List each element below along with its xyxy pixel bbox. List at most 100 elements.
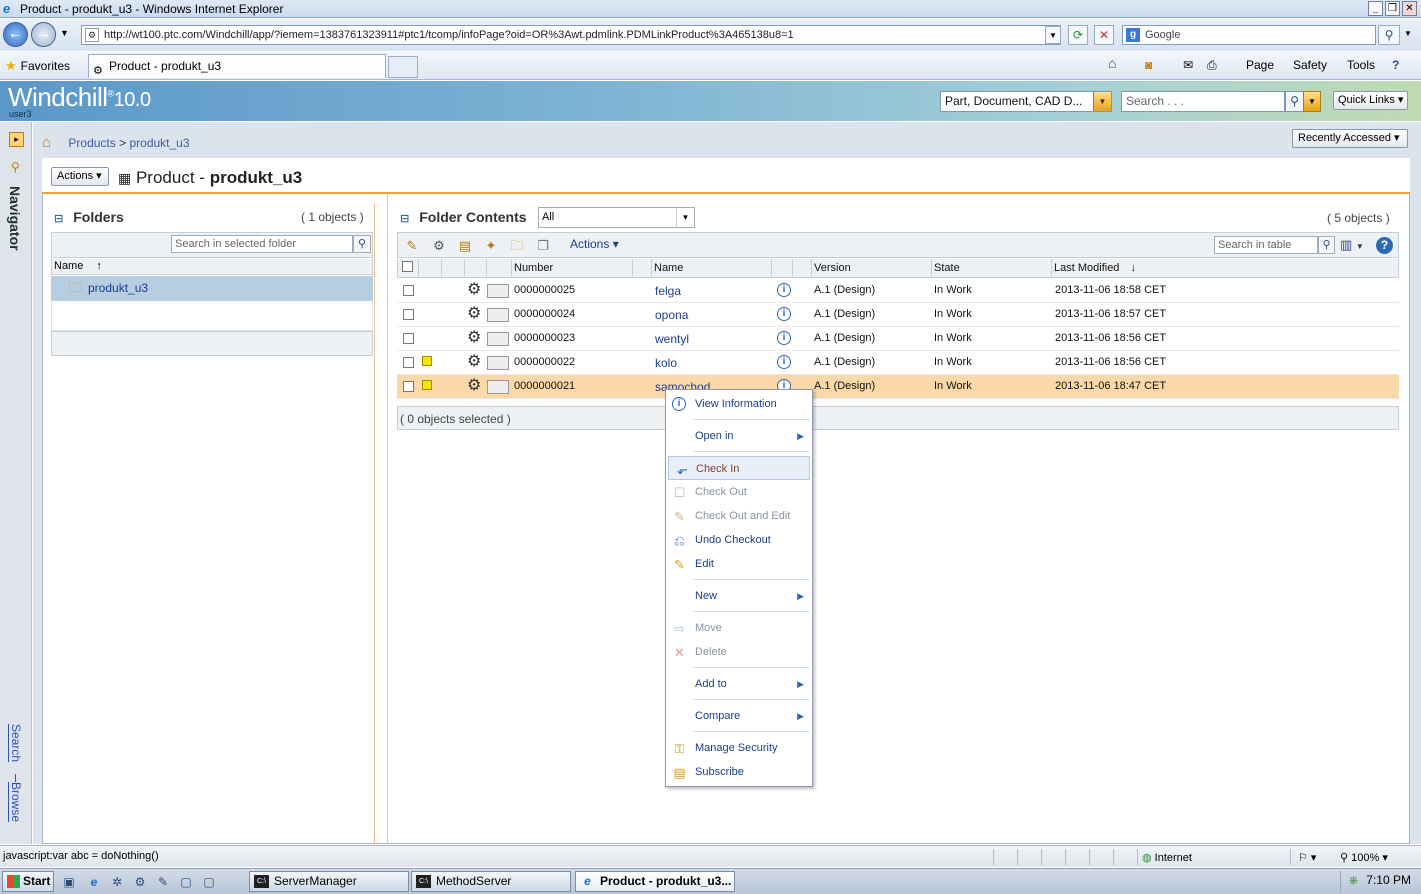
thumbnail-icon[interactable] [487,308,509,322]
new-part-icon[interactable]: ⚙ [431,238,447,254]
view-select[interactable]: All ▼ [538,207,695,228]
select-all-checkbox[interactable] [402,261,413,272]
info-icon[interactable]: i [777,283,791,297]
start-button[interactable]: Start [2,871,54,892]
row-name-link[interactable]: opona [655,308,688,322]
tools-menu[interactable]: Tools [1347,58,1375,72]
chevron-down-icon[interactable]: ▼ [1093,92,1111,111]
thumbnail-icon[interactable] [487,284,509,298]
row-name-link[interactable]: felga [655,284,681,298]
search-type-select[interactable]: Part, Document, CAD D... ▼ [940,91,1112,112]
menu-manage-security[interactable]: ⚿ Manage Security [666,736,812,760]
search-icon[interactable]: ⚲ [353,235,371,253]
folder-search-input[interactable]: Search in selected folder [171,235,353,253]
menu-compare[interactable]: Compare ▶ [666,704,812,728]
new-tab-button[interactable] [388,56,418,78]
global-search-input[interactable]: Search . . . [1121,91,1285,112]
row-checkbox[interactable] [403,309,414,320]
safety-menu[interactable]: Safety [1293,58,1327,72]
folders-column-name[interactable]: Name ↑ [51,259,373,275]
menu-check-in[interactable]: ⬐ Check In [668,456,810,480]
zoom-level[interactable]: ⚲ 100% ▾ [1340,851,1388,864]
row-checkbox[interactable] [403,357,414,368]
menu-check-out-and-edit[interactable]: ✎ Check Out and Edit [666,504,812,528]
row-name-link[interactable]: wentyl [655,332,689,346]
breadcrumb-products[interactable]: Products [68,136,115,150]
row-checkbox[interactable] [403,285,414,296]
menu-undo-checkout[interactable]: ⎌ Undo Checkout [666,528,812,552]
table-row[interactable]: ⚙ 0000000024 opona i A.1 (Design) In Wor… [397,303,1399,327]
menu-check-out[interactable]: ☐ Check Out [666,480,812,504]
quick-links-button[interactable]: Quick Links ▾ [1333,91,1408,110]
task-servermanager[interactable]: C:\ ServerManager [249,871,409,892]
page-actions-button[interactable]: Actions ▾ [51,167,109,186]
table-row[interactable]: ⚙ 0000000025 felga i A.1 (Design) In Wor… [397,279,1399,303]
menu-delete[interactable]: ✕ Delete [666,640,812,664]
minimize-button[interactable]: _ [1368,1,1383,16]
show-desktop-icon[interactable]: ▣ [61,874,77,890]
thumbnail-icon[interactable] [487,332,509,346]
global-search-button[interactable]: ⚲ [1285,91,1304,112]
browser-search-input[interactable]: g Google [1122,25,1376,45]
table-views-icon[interactable]: ▥ ▼ [1340,237,1364,253]
print-icon[interactable]: ⎙ [1207,58,1217,73]
page-menu[interactable]: Page [1246,58,1274,72]
search-options-icon[interactable]: ▼ [1404,29,1412,38]
table-actions-button[interactable]: Actions ▾ [570,237,619,251]
menu-new[interactable]: New ▶ [666,584,812,608]
folder-tree-item[interactable]: 🗀 produkt_u3 [51,276,373,301]
mail-icon[interactable]: ✉ [1183,58,1193,72]
col-version[interactable]: Version [814,262,851,274]
table-row[interactable]: ⚙ 0000000023 wentyl i A.1 (Design) In Wo… [397,327,1399,351]
recently-accessed-button[interactable]: Recently Accessed ▾ [1292,129,1408,148]
table-search-input[interactable]: Search in table [1214,236,1318,254]
navigator-search-link[interactable]: Search [9,724,23,762]
table-row[interactable]: ⚙ 0000000022 kolo i A.1 (Design) In Work… [397,351,1399,375]
search-icon[interactable]: ⚲ [11,160,20,174]
address-input[interactable]: ⚙ http://wt100.ptc.com/Windchill/app/?ie… [81,25,1061,45]
favorites-button[interactable]: ★ Favorites [5,58,70,74]
network-icon[interactable]: ✲ [109,874,125,890]
info-icon[interactable]: i [777,307,791,321]
row-checkbox[interactable] [403,333,414,344]
close-button[interactable]: ✕ [1402,1,1417,16]
copy-icon[interactable]: ❐ [535,238,551,254]
menu-subscribe[interactable]: ▤ Subscribe [666,760,812,784]
row-checkbox[interactable] [403,381,414,392]
address-dropdown-icon[interactable]: ▼ [1045,26,1061,44]
window-icon[interactable]: ▢ [201,874,217,890]
search-options-icon[interactable]: ▼ [1303,91,1321,112]
col-last-modified[interactable]: Last Modified ↓ [1054,262,1136,274]
settings-icon[interactable]: ⚙ [132,874,148,890]
expand-navigator-icon[interactable]: ▸ [9,132,24,147]
search-icon[interactable]: ⚲ [1378,25,1400,45]
menu-add-to[interactable]: Add to ▶ [666,672,812,696]
ie-icon[interactable]: e [86,874,102,890]
forward-button[interactable]: → [31,22,56,47]
stop-icon[interactable]: ✕ [1094,25,1114,45]
menu-view-information[interactable]: i View Information [666,392,812,416]
back-button[interactable]: ← [3,22,28,47]
home-icon[interactable]: ⌂ [42,134,51,151]
new-document-icon[interactable]: ✎ [404,238,420,254]
help-icon[interactable]: ? [1376,237,1393,254]
thumbnail-icon[interactable] [487,356,509,370]
feeds-icon[interactable]: ◙ [1145,58,1152,72]
notepad-icon[interactable]: ✎ [155,874,171,890]
task-browser[interactable]: e Product - produkt_u3... [575,871,735,892]
col-name[interactable]: Name [654,262,683,274]
info-icon[interactable]: i [777,331,791,345]
collapse-icon[interactable]: ⊟ [54,213,63,225]
search-icon[interactable]: ⚲ [1318,236,1335,254]
menu-open-in[interactable]: Open in ▶ [666,424,812,448]
col-state[interactable]: State [934,262,960,274]
breadcrumb-current[interactable]: produkt_u3 [129,136,189,150]
new-cad-icon[interactable]: ▤ [457,238,473,254]
clock[interactable]: ⎈ 7:10 PM [1340,871,1419,892]
task-methodserver[interactable]: C:\ MethodServer [411,871,571,892]
col-number[interactable]: Number [514,262,553,274]
new-multiple-icon[interactable]: ✦ [483,238,499,254]
table-row[interactable]: ⚙ 0000000021 samochod i A.1 (Design) In … [397,375,1399,399]
new-folder-icon[interactable]: 🗀 [509,238,525,254]
browser-tab[interactable]: ⚙ Product - produkt_u3 [88,54,386,78]
